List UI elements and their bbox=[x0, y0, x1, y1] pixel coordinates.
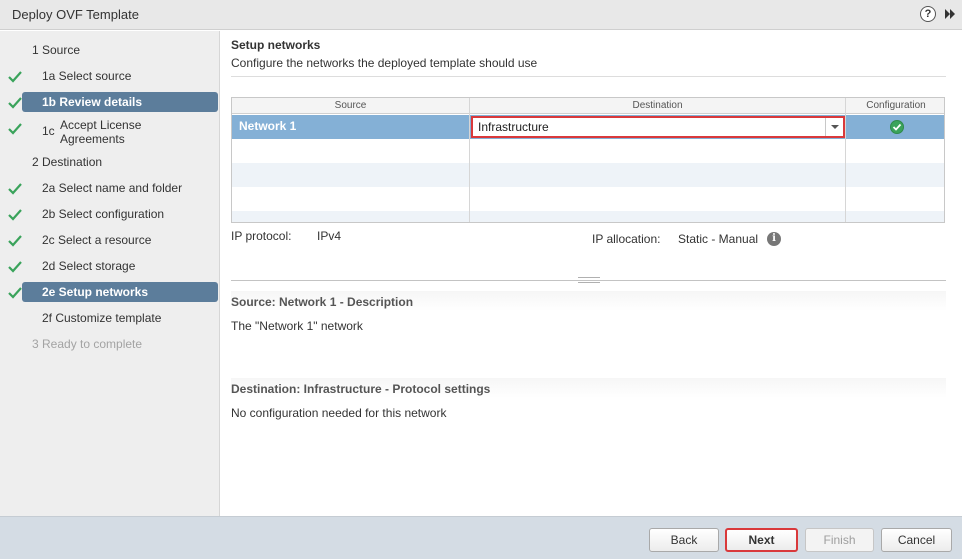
title-bar: Deploy OVF Template ? bbox=[0, 0, 962, 30]
column-header-source[interactable]: Source bbox=[232, 100, 469, 111]
double-chevron-right-icon[interactable] bbox=[943, 7, 957, 21]
table-row-empty bbox=[232, 211, 944, 222]
ip-protocol-value: IPv4 bbox=[317, 229, 342, 243]
info-icon[interactable]: i bbox=[767, 232, 781, 246]
table-row-empty bbox=[232, 163, 944, 187]
check-icon bbox=[8, 261, 22, 273]
destination-protocol-title: Destination: Infrastructure - Protocol s… bbox=[231, 382, 491, 396]
ip-allocation-value: Static - Manual bbox=[678, 232, 759, 246]
check-icon bbox=[8, 123, 22, 135]
row-source-network: Network 1 bbox=[239, 119, 297, 133]
page-subtitle: Configure the networks the deployed temp… bbox=[231, 56, 538, 70]
back-button[interactable]: Back bbox=[649, 528, 719, 552]
check-icon bbox=[8, 183, 22, 195]
ok-status-icon bbox=[890, 120, 904, 134]
network-mapping-grid: Source Destination Configuration Network… bbox=[231, 97, 945, 223]
next-button[interactable]: Next bbox=[725, 528, 798, 552]
ip-protocol-label: IP protocol: bbox=[231, 229, 292, 243]
chevron-down-icon[interactable] bbox=[825, 118, 843, 136]
splitter-grip-handle[interactable] bbox=[578, 277, 600, 283]
wizard-steps-sidebar: 1 Source 1a Select source 1b Review deta… bbox=[0, 31, 220, 516]
destination-protocol-text: No configuration needed for this network bbox=[231, 406, 447, 420]
finish-button: Finish bbox=[805, 528, 874, 552]
destination-network-select[interactable]: Infrastructure bbox=[471, 116, 845, 138]
help-icon[interactable]: ? bbox=[920, 6, 936, 22]
source-description-text: The "Network 1" network bbox=[231, 319, 363, 333]
page-title: Setup networks bbox=[231, 38, 321, 52]
column-header-configuration[interactable]: Configuration bbox=[846, 100, 944, 111]
column-divider bbox=[469, 98, 470, 222]
check-icon bbox=[8, 235, 22, 247]
window-title: Deploy OVF Template bbox=[12, 7, 139, 22]
main-panel: Setup networks Configure the networks th… bbox=[221, 31, 962, 516]
check-icon bbox=[8, 97, 22, 109]
grid-header: Source Destination Configuration bbox=[232, 98, 944, 114]
source-description-header: Source: Network 1 - Description bbox=[231, 291, 946, 311]
wizard-footer: Back Next Finish Cancel bbox=[0, 516, 962, 559]
check-icon bbox=[8, 209, 22, 221]
cancel-button[interactable]: Cancel bbox=[881, 528, 952, 552]
source-description-title: Source: Network 1 - Description bbox=[231, 295, 414, 309]
check-icon bbox=[8, 71, 22, 83]
divider bbox=[231, 76, 946, 77]
column-divider bbox=[845, 98, 846, 222]
destination-protocol-header: Destination: Infrastructure - Protocol s… bbox=[231, 378, 946, 398]
column-header-destination[interactable]: Destination bbox=[470, 100, 845, 111]
ip-allocation-label: IP allocation: bbox=[592, 232, 661, 246]
destination-select-value: Infrastructure bbox=[478, 120, 549, 134]
check-icon bbox=[8, 287, 22, 299]
